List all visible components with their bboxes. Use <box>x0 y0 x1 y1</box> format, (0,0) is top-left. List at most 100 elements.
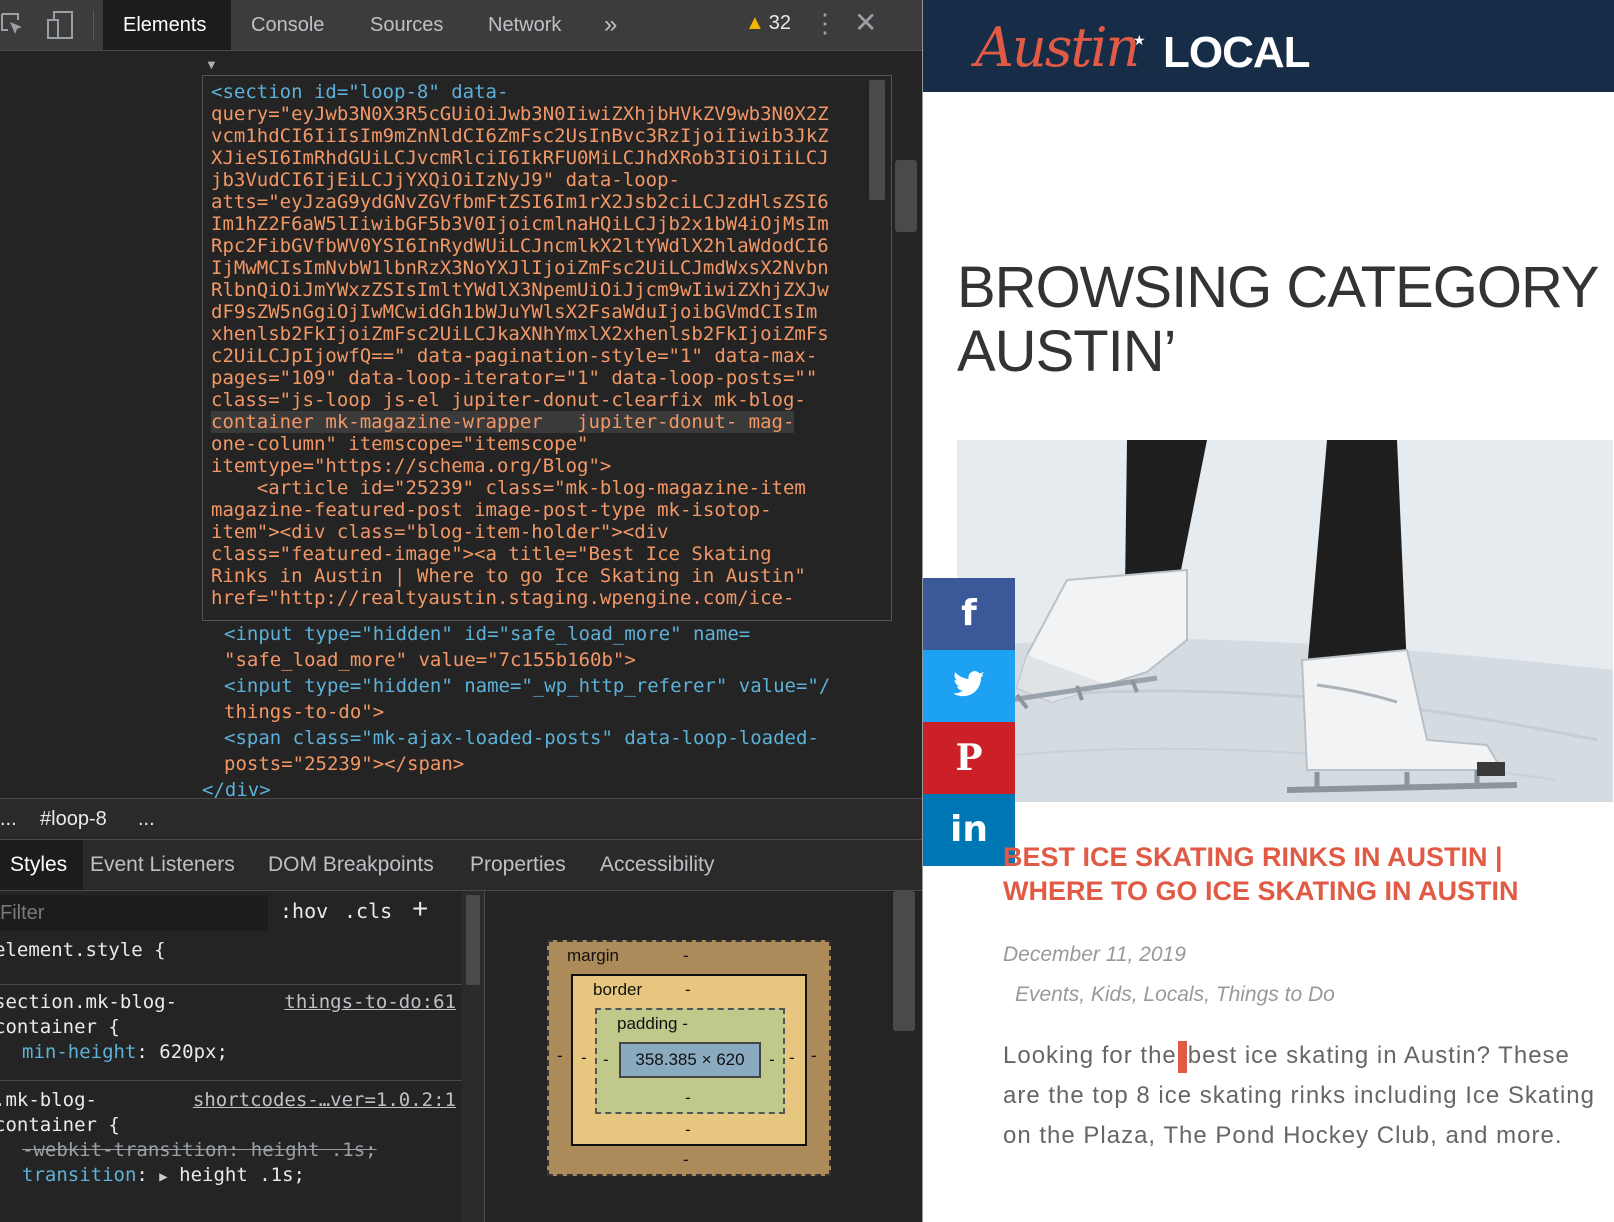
rule-source-link[interactable]: shortcodes-…ver=1.0.2:1 <box>193 1088 456 1113</box>
pane-divider[interactable] <box>484 891 485 1222</box>
styles-filter-input[interactable] <box>0 895 268 931</box>
css-value[interactable]: 620px; <box>159 1041 228 1063</box>
section-element-source: <section id="loop-8" data- query="eyJwb3… <box>211 81 851 609</box>
tooltip-line: IjMwMCIsImNvbW1lbnRzX3NoYXJlIjoiZmFsc2Ui… <box>211 257 829 279</box>
category-title: BROWSING CATEGORY ‘AUSTIN’ <box>957 256 1614 384</box>
warning-count: 32 <box>768 12 792 34</box>
tooltip-line: query="eyJwb3N0X3R5cGUiOiJwb3N0IiwiZXhjb… <box>211 103 829 125</box>
dom-node-input-referer-cont[interactable]: things-to-do"> <box>224 701 384 723</box>
tooltip-line: xhenlsb2FkIjoiZmFsc2UiLCJkaXNhYmxlX2xhen… <box>211 323 829 345</box>
border-right-value[interactable]: - <box>789 1048 795 1068</box>
rule-element-style[interactable]: element.style { <box>0 938 462 963</box>
border-label: border <box>593 980 643 999</box>
padding-left-value[interactable]: - <box>603 1050 609 1070</box>
tab-accessibility[interactable]: Accessibility <box>584 840 730 890</box>
expand-triangle-icon[interactable]: ▶ <box>159 1169 167 1185</box>
box-model-margin[interactable]: margin - - - - border - - - - padding - … <box>547 940 831 1176</box>
elements-scrollbar[interactable] <box>895 160 917 232</box>
border-bottom-value[interactable]: - <box>685 1120 691 1140</box>
tooltip-line: itemtype="https://schema.org/Blog"> <box>211 455 612 477</box>
linkedin-share-button[interactable]: in <box>923 794 1015 866</box>
padding-bottom-value[interactable]: - <box>685 1088 691 1108</box>
tab-dom-breakpoints[interactable]: DOM Breakpoints <box>252 840 450 890</box>
dom-node-span-loaded-posts-cont[interactable]: posts="25239"></span> <box>224 753 464 775</box>
margin-top-value[interactable]: - <box>683 946 689 966</box>
border-top-value[interactable]: - <box>685 980 691 1000</box>
warnings-counter[interactable]: ▲ 32 <box>745 12 791 35</box>
excerpt-text-before: Looking for the <box>1003 1042 1177 1069</box>
box-model-content[interactable]: 358.385 × 620 <box>619 1042 761 1078</box>
logo-local-text: LOCAL <box>1163 28 1311 77</box>
rule-mk-blog-container[interactable]: .mk-blog- container { shortcodes-…ver=1.… <box>0 1088 462 1190</box>
padding-right-value[interactable]: - <box>769 1050 775 1070</box>
margin-right-value[interactable]: - <box>811 1046 817 1066</box>
box-model-padding[interactable]: padding - - - - 358.385 × 620 <box>595 1008 785 1114</box>
rule-selector: section.mk-blog- <box>0 991 178 1013</box>
toolbar-divider <box>93 10 94 40</box>
twitter-share-button[interactable] <box>923 650 1015 722</box>
device-toolbar-icon[interactable] <box>46 10 74 46</box>
collapse-triangle-icon[interactable]: ▼ <box>205 57 218 72</box>
rule-selector: element.style { <box>0 939 166 961</box>
styles-tabbar: Styles Event Listeners DOM Breakpoints P… <box>0 840 922 891</box>
tab-elements[interactable]: Elements <box>103 0 231 50</box>
tab-event-listeners[interactable]: Event Listeners <box>74 840 251 890</box>
css-value[interactable]: height .1s; <box>179 1164 305 1186</box>
box-model-border[interactable]: border - - - - padding - - - - 358.385 ×… <box>571 974 807 1146</box>
more-tabs-button[interactable]: » <box>584 0 637 50</box>
margin-label: margin <box>567 946 619 965</box>
inspect-element-icon[interactable] <box>0 10 26 44</box>
dom-node-input-safe-load[interactable]: <input type="hidden" id="safe_load_more"… <box>224 623 750 645</box>
dom-node-span-loaded-posts[interactable]: <span class="mk-ajax-loaded-posts" data-… <box>224 727 819 749</box>
tab-styles[interactable]: Styles <box>0 840 84 890</box>
site-header: Austin ★ LOCAL <box>923 0 1614 92</box>
devtools-toolbar: Elements Console Sources Network » ▲ 32 ⋮… <box>0 0 922 51</box>
breadcrumb-item[interactable]: ... <box>138 799 155 839</box>
css-property[interactable]: min-height <box>22 1041 136 1063</box>
tab-network[interactable]: Network <box>468 0 581 50</box>
kebab-menu-icon[interactable]: ⋮ <box>812 8 838 39</box>
featured-image[interactable] <box>957 440 1613 802</box>
close-icon[interactable]: ✕ <box>854 6 877 39</box>
dom-node-div-close[interactable]: </div> <box>202 779 271 798</box>
hov-button[interactable]: :hov <box>280 899 328 923</box>
margin-left-value[interactable]: - <box>557 1046 563 1066</box>
ice-skates-illustration <box>957 440 1613 802</box>
tooltip-line: Im1hZ2F6aW5lIiwibGF5b3V0IjoicmlnaHQiLCJj… <box>211 213 829 235</box>
styles-scrollbar[interactable] <box>462 891 484 1222</box>
facebook-icon: f <box>961 593 977 634</box>
tooltip-line: dF9sZW5nGgiOjIwMCwidGh1bWJuYWlsX2FsaWduI… <box>211 301 818 323</box>
breadcrumb-item-loop-8[interactable]: #loop-8 <box>40 799 107 839</box>
breadcrumb-item[interactable]: ... <box>0 799 17 839</box>
logo-script-text: Austin <box>975 16 1140 79</box>
tooltip-line: <article id="25239" class="mk-blog-magaz… <box>211 477 806 499</box>
css-property-overridden[interactable]: -webkit-transition: height .1s; <box>22 1138 462 1163</box>
border-left-value[interactable]: - <box>581 1048 587 1068</box>
tooltip-line: <section id="loop-8" data- <box>211 81 509 103</box>
margin-bottom-value[interactable]: - <box>683 1150 689 1170</box>
social-share-bar: f P in <box>923 578 1015 866</box>
facebook-share-button[interactable]: f <box>923 578 1015 650</box>
tab-properties[interactable]: Properties <box>454 840 582 890</box>
tab-console[interactable]: Console <box>231 0 344 50</box>
tab-sources[interactable]: Sources <box>350 0 463 50</box>
box-model-scrollbar[interactable] <box>893 891 915 1031</box>
cls-button[interactable]: .cls <box>344 899 392 923</box>
rule-section-mk-blog-container[interactable]: section.mk-blog- container { things-to-d… <box>0 990 462 1065</box>
tooltip-scrollbar[interactable] <box>869 80 885 200</box>
pinterest-share-button[interactable]: P <box>923 722 1015 794</box>
post-categories[interactable]: Events, Kids, Locals, Things to Do <box>1015 983 1335 1007</box>
tooltip-line: pages="109" data-loop-iterator="1" data-… <box>211 367 818 389</box>
post-title-link[interactable]: BEST ICE SKATING RINKS IN AUSTIN | WHERE… <box>1003 840 1603 908</box>
tooltip-line: class="js-loop js-el jupiter-donut-clear… <box>211 389 806 411</box>
dom-node-input-referer[interactable]: <input type="hidden" name="_wp_http_refe… <box>224 675 830 697</box>
tooltip-line: RlbnQiOiJmYWxzZSIsImltYWdlX3NpemUiOiJjcm… <box>211 279 829 301</box>
new-style-rule-button[interactable]: + <box>412 893 428 925</box>
warning-icon: ▲ <box>745 12 765 34</box>
tooltip-line: jb3VudCI6IjEiLCJjYXQiOiIzNyJ9" data-loop… <box>211 169 680 191</box>
css-property[interactable]: transition <box>22 1164 136 1186</box>
rule-source-link[interactable]: things-to-do:61 <box>284 990 456 1015</box>
dom-node-input-safe-load-cont[interactable]: "safe_load_more" value="7c155b160b"> <box>224 649 636 671</box>
styles-scrollbar-thumb[interactable] <box>466 895 480 985</box>
tooltip-line: vcm1hdCI6IiIsIm9mZnNldCI6ZmFsc2UsInBvc3R… <box>211 125 829 147</box>
